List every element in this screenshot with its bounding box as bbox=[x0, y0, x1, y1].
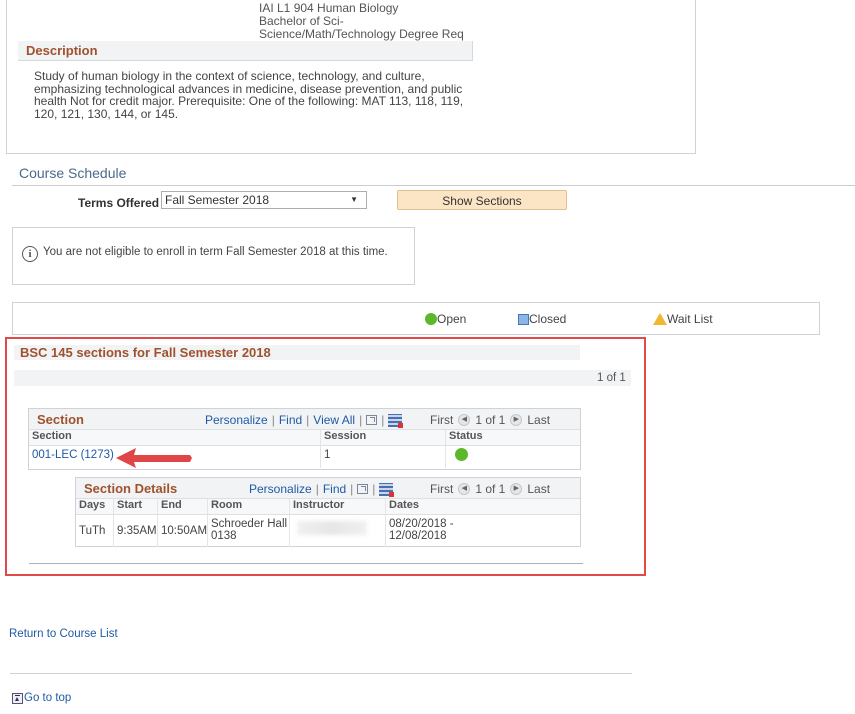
status-cell bbox=[446, 446, 580, 468]
divider bbox=[10, 673, 632, 674]
separator: | bbox=[306, 413, 310, 427]
first-link[interactable]: First bbox=[430, 413, 453, 427]
personalize-link[interactable]: Personalize bbox=[249, 482, 312, 496]
separator: | bbox=[381, 413, 385, 427]
view-all-link[interactable]: View All bbox=[313, 413, 355, 427]
zoom-grid-icon[interactable] bbox=[357, 484, 369, 494]
separator: | bbox=[350, 482, 354, 496]
go-to-top-label: Go to top bbox=[24, 692, 72, 704]
divider bbox=[12, 185, 855, 186]
closed-square-icon bbox=[518, 313, 529, 325]
legend-open-label: Open bbox=[437, 312, 467, 326]
divider bbox=[29, 563, 583, 564]
table-row: TuTh 9:35AM 10:50AM Schroeder Hall 0138 … bbox=[76, 515, 580, 547]
section-column-headers: Section Session Status bbox=[29, 430, 580, 446]
days-cell: TuTh bbox=[76, 515, 114, 547]
legend-closed: Closed bbox=[518, 312, 566, 326]
end-cell: 10:50AM bbox=[158, 515, 208, 547]
last-link[interactable]: Last bbox=[527, 482, 550, 496]
section-details-header: Section Details Personalize | Find | | F… bbox=[76, 478, 580, 499]
separator: | bbox=[372, 482, 376, 496]
terms-selected-value: Fall Semester 2018 bbox=[165, 193, 270, 207]
details-navigation: First ◀ 1 of 1 ▶ Last bbox=[430, 482, 550, 496]
arrow-shape bbox=[116, 448, 192, 468]
wait-list-triangle-icon bbox=[653, 313, 667, 325]
column-header-instructor: Instructor bbox=[290, 499, 386, 514]
separator: | bbox=[359, 413, 363, 427]
instructor-name-redacted bbox=[297, 521, 367, 535]
legend-wait-list-label: Wait List bbox=[667, 312, 713, 326]
sections-title: BSC 145 sections for Fall Semester 2018 bbox=[20, 345, 271, 360]
separator: | bbox=[271, 413, 275, 427]
column-header-end: End bbox=[158, 499, 208, 514]
column-header-status: Status bbox=[449, 430, 483, 442]
row-count: 1 of 1 bbox=[475, 482, 506, 496]
red-arrow-annotation bbox=[116, 448, 192, 468]
terms-offered-select[interactable]: Fall Semester 2018 ▼ bbox=[161, 191, 367, 209]
pager-count: 1 of 1 bbox=[597, 372, 626, 384]
column-header-start: Start bbox=[114, 499, 158, 514]
column-header-days: Days bbox=[76, 499, 114, 514]
zoom-grid-icon[interactable] bbox=[366, 415, 378, 425]
show-sections-button[interactable]: Show Sections bbox=[397, 190, 567, 210]
column-header-room: Room bbox=[208, 499, 290, 514]
section-details-title: Section Details bbox=[84, 481, 178, 496]
separator: | bbox=[315, 482, 319, 496]
column-header-dates: Dates bbox=[389, 499, 419, 511]
open-status-icon bbox=[455, 448, 468, 461]
dropdown-arrow-icon: ▼ bbox=[350, 195, 358, 204]
next-icon[interactable]: ▶ bbox=[510, 414, 523, 426]
details-column-headers: Days Start End Room Instructor Dates bbox=[76, 499, 580, 515]
legend-closed-label: Closed bbox=[529, 312, 567, 326]
go-to-top-icon bbox=[12, 692, 23, 704]
room-cell: Schroeder Hall 0138 bbox=[208, 515, 290, 547]
column-header-session: Session bbox=[321, 430, 446, 445]
start-cell: 9:35AM bbox=[114, 515, 158, 547]
previous-icon[interactable]: ◀ bbox=[458, 414, 471, 426]
dates-line: 12/08/2018 bbox=[389, 530, 447, 542]
go-to-top-link[interactable]: Go to top bbox=[12, 692, 71, 704]
course-schedule-title: Course Schedule bbox=[19, 165, 127, 181]
section-grid-title: Section bbox=[37, 412, 84, 427]
personalize-link[interactable]: Personalize bbox=[205, 413, 268, 427]
find-link[interactable]: Find bbox=[323, 482, 346, 496]
session-cell: 1 bbox=[321, 446, 446, 468]
dates-line: 08/20/2018 - bbox=[389, 518, 454, 530]
download-spreadsheet-icon[interactable] bbox=[379, 482, 395, 497]
previous-icon[interactable]: ◀ bbox=[458, 483, 471, 495]
section-grid: Section Personalize | Find | View All | … bbox=[28, 408, 581, 470]
room-line: 0138 bbox=[211, 530, 237, 542]
terms-offered-label: Terms Offered bbox=[78, 196, 160, 210]
instructor-cell bbox=[290, 515, 386, 547]
last-link[interactable]: Last bbox=[527, 413, 550, 427]
info-message: You are not eligible to enroll in term F… bbox=[43, 246, 388, 258]
next-icon[interactable]: ▶ bbox=[510, 483, 523, 495]
return-to-course-list-link[interactable]: Return to Course List bbox=[9, 628, 118, 640]
grid-navigation: First ◀ 1 of 1 ▶ Last bbox=[430, 413, 550, 427]
grid-toolbar: Personalize | Find | View All | | bbox=[205, 413, 404, 428]
row-count: 1 of 1 bbox=[475, 413, 506, 427]
description-title: Description bbox=[26, 43, 98, 58]
section-link[interactable]: 001-LEC (1273) bbox=[32, 449, 114, 461]
course-attributes: IAI L1 904 Human Biology Bachelor of Sci… bbox=[259, 2, 464, 41]
column-header-section: Section bbox=[29, 430, 321, 445]
open-circle-icon bbox=[425, 313, 437, 325]
attribute-line: Science/Math/Technology Degree Req bbox=[259, 27, 464, 41]
find-link[interactable]: Find bbox=[279, 413, 302, 427]
description-header: Description bbox=[18, 41, 473, 61]
room-line: Schroeder Hall bbox=[211, 518, 288, 530]
table-row: 001-LEC (1273) 1 bbox=[29, 446, 580, 468]
legend-open: Open bbox=[425, 312, 466, 326]
section-details-grid: Section Details Personalize | Find | | F… bbox=[75, 477, 581, 547]
dates-cell: 08/20/2018 - 12/08/2018 bbox=[386, 515, 498, 547]
details-toolbar: Personalize | Find | | bbox=[249, 482, 395, 497]
description-text: Study of human biology in the context of… bbox=[34, 69, 464, 121]
first-link[interactable]: First bbox=[430, 482, 453, 496]
legend-wait-list: Wait List bbox=[653, 312, 713, 326]
pager-bar bbox=[14, 370, 631, 386]
info-icon: i bbox=[22, 246, 38, 262]
download-spreadsheet-icon[interactable] bbox=[388, 413, 404, 428]
section-grid-header: Section Personalize | Find | View All | … bbox=[29, 409, 580, 430]
